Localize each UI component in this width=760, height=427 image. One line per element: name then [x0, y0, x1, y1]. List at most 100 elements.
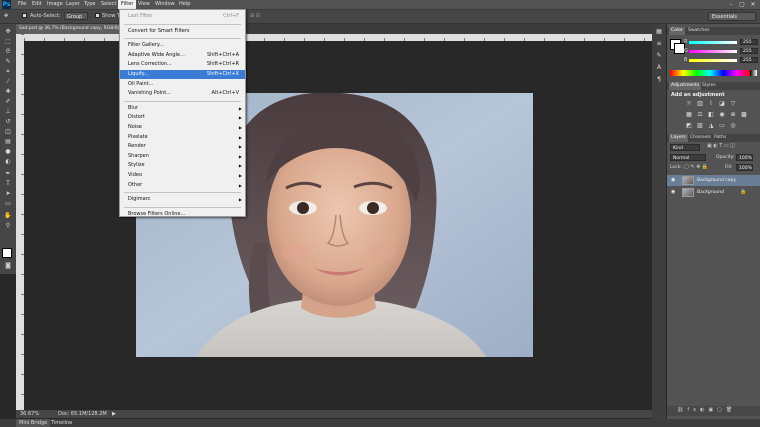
selective-color-icon[interactable]: ◎ — [729, 122, 737, 129]
blue-value[interactable]: 255 — [740, 57, 758, 63]
zoom-tool-icon[interactable]: ⚲ — [3, 222, 13, 230]
filter-menu-item[interactable]: Filter Gallery... — [120, 41, 245, 50]
tab-paths[interactable]: Paths — [712, 134, 728, 142]
tab-adjustments[interactable]: Adjustments — [669, 82, 702, 90]
filter-menu-item[interactable]: Stylize ▶ — [120, 161, 245, 170]
green-value[interactable]: 255 — [740, 48, 758, 54]
filter-menu-item[interactable]: Noise ▶ — [120, 123, 245, 132]
status-arrow-icon[interactable]: ▶ — [112, 410, 116, 418]
paragraph-panel-icon[interactable]: ¶ — [654, 76, 664, 84]
eraser-tool-icon[interactable]: ◫ — [3, 128, 13, 136]
menu-help[interactable]: Help — [176, 0, 193, 9]
menu-file[interactable]: File — [15, 0, 29, 9]
filter-menu-item[interactable]: Adaptive Wide Angle... Shift+Ctrl+A — [120, 51, 245, 60]
workspace-dropdown[interactable]: Essentials — [708, 12, 756, 21]
pen-tool-icon[interactable]: ✒ — [3, 170, 13, 178]
levels-icon[interactable]: ▥ — [696, 100, 704, 107]
hue-saturation-icon[interactable]: ▦ — [685, 111, 693, 118]
brush-panel-icon[interactable]: ✎ — [654, 52, 664, 60]
tab-mini-bridge[interactable]: Mini Bridge — [16, 419, 51, 427]
move-tool-icon[interactable]: ✥ — [3, 28, 13, 36]
invert-icon[interactable]: ◩ — [685, 122, 693, 129]
show-transform-checkbox[interactable] — [95, 13, 100, 18]
blue-slider[interactable] — [689, 59, 737, 62]
filter-menu-item[interactable]: Other ▶ — [120, 181, 245, 190]
tab-timeline[interactable]: Timeline — [48, 419, 75, 427]
filter-kind-dropdown[interactable]: Kind — [670, 144, 700, 151]
auto-select-checkbox[interactable] — [22, 13, 27, 18]
document-tab[interactable]: Sad.psd @ 36.7% (Background copy, RGB/8)… — [16, 24, 122, 34]
threshold-icon[interactable]: ◮ — [707, 122, 715, 129]
menu-view[interactable]: View — [135, 0, 153, 9]
filter-menu-item[interactable]: Pixelate ▶ — [120, 133, 245, 142]
properties-panel-icon[interactable]: ≡ — [654, 40, 664, 48]
posterize-icon[interactable]: ▨ — [696, 122, 704, 129]
move-tool-icon[interactable]: ✥ — [4, 13, 8, 19]
foreground-color-swatch[interactable] — [2, 248, 12, 258]
eye-icon[interactable]: ◉ — [671, 187, 675, 198]
path-select-icon[interactable]: ➤ — [3, 190, 13, 198]
layer-row[interactable]: ◉ Background copy — [667, 175, 760, 186]
menu-filter[interactable]: Filter — [118, 0, 137, 9]
layer-name[interactable]: Background copy — [697, 175, 736, 186]
quick-select-tool-icon[interactable]: ✎ — [3, 58, 13, 66]
filter-menu-item[interactable]: Browse Filters Online... — [120, 210, 245, 219]
tab-styles[interactable]: Styles — [700, 82, 718, 90]
quick-mask-icon[interactable]: ◙ — [3, 262, 13, 270]
menu-edit[interactable]: Edit — [29, 0, 45, 9]
history-brush-icon[interactable]: ↺ — [3, 118, 13, 126]
vibrance-icon[interactable]: ▽ — [729, 100, 737, 107]
crop-tool-icon[interactable]: ⌗ — [3, 68, 13, 76]
type-tool-icon[interactable]: T — [3, 180, 13, 188]
tab-layers[interactable]: Layers — [669, 134, 688, 142]
history-panel-icon[interactable]: ▦ — [654, 28, 664, 36]
blur-tool-icon[interactable]: ● — [3, 148, 13, 156]
close-button[interactable]: ✕ — [749, 1, 757, 8]
red-value[interactable]: 255 — [740, 39, 758, 45]
filter-menu-item[interactable]: Liquify... Shift+Ctrl+X — [120, 70, 245, 79]
lasso-tool-icon[interactable]: ᘓ — [3, 48, 13, 56]
gradient-map-icon[interactable]: ▭ — [718, 122, 726, 129]
layer-name[interactable]: Background — [697, 187, 724, 198]
fill-input[interactable]: 100% — [736, 164, 753, 171]
photo-filter-icon[interactable]: ◉ — [718, 111, 726, 118]
zoom-level[interactable]: 36.67% — [20, 410, 39, 418]
black-white-icon[interactable]: ◧ — [707, 111, 715, 118]
color-lookup-icon[interactable]: ▩ — [740, 111, 748, 118]
filter-menu-item[interactable]: Blur ▶ — [120, 104, 245, 113]
menu-layer[interactable]: Layer — [63, 0, 83, 9]
layer-actions-icons[interactable]: ⛓fx◐▣▢🗑 — [677, 407, 736, 413]
tab-color[interactable]: Color — [669, 27, 685, 35]
filter-menu-item[interactable]: Lens Correction... Shift+Ctrl+R — [120, 60, 245, 69]
filter-menu-item[interactable]: Digimarc ▶ — [120, 195, 245, 204]
filter-menu-item[interactable]: Render ▶ — [120, 142, 245, 151]
character-panel-icon[interactable]: A — [654, 64, 664, 72]
shape-tool-icon[interactable]: ▭ — [3, 200, 13, 208]
stamp-tool-icon[interactable]: ⊥ — [3, 108, 13, 116]
tab-swatches[interactable]: Swatches — [686, 27, 712, 35]
red-slider[interactable] — [689, 41, 737, 44]
blend-mode-dropdown[interactable]: Normal — [670, 154, 706, 161]
tab-channels[interactable]: Channels — [688, 134, 713, 142]
exposure-icon[interactable]: ◪ — [718, 100, 726, 107]
gradient-tool-icon[interactable]: ▤ — [3, 138, 13, 146]
eyedropper-tool-icon[interactable]: ⁄ — [3, 78, 13, 86]
menu-select[interactable]: Select — [98, 0, 119, 9]
marquee-tool-icon[interactable]: ⬚ — [3, 38, 13, 46]
curves-icon[interactable]: ⌇ — [707, 100, 715, 107]
maximize-button[interactable]: ▢ — [738, 1, 746, 8]
menu-window[interactable]: Window — [152, 0, 178, 9]
filter-menu-item[interactable]: Vanishing Point... Alt+Ctrl+V — [120, 89, 245, 98]
filter-menu-item[interactable]: Oil Paint... — [120, 80, 245, 89]
menu-type[interactable]: Type — [81, 0, 98, 9]
layer-filter-icons[interactable]: ▣ ◐ T ▭ ◫ — [707, 143, 735, 149]
grayscale-ramp[interactable] — [750, 70, 757, 76]
lock-icons[interactable]: ▢ ✎ ✥ 🔒 — [684, 164, 708, 170]
layer-row[interactable]: ◉ Background 🔒 — [667, 187, 760, 198]
filter-menu-item[interactable]: Video ▶ — [120, 171, 245, 180]
brightness-contrast-icon[interactable]: ☼ — [685, 100, 693, 107]
color-balance-icon[interactable]: ⚖ — [696, 111, 704, 118]
channel-mixer-icon[interactable]: ⊕ — [729, 111, 737, 118]
filter-menu-item[interactable]: Convert for Smart Filters — [120, 27, 245, 36]
color-spectrum-bar[interactable] — [670, 70, 750, 76]
